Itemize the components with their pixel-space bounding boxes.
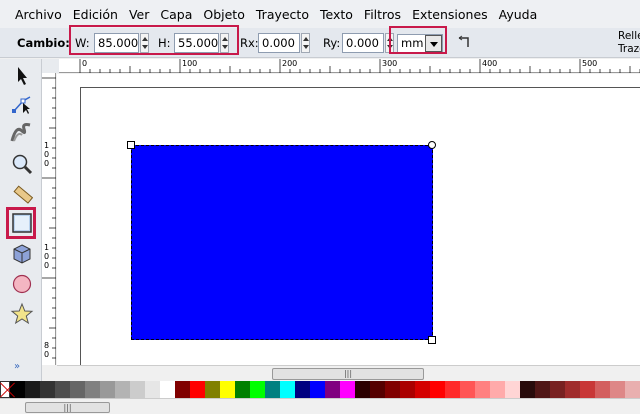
star-icon[interactable] — [9, 301, 35, 327]
horizontal-scrollbar[interactable]: ||| — [57, 365, 640, 381]
scrollbar-thumb[interactable]: ||| — [272, 368, 424, 380]
rx-label: Rx: — [240, 36, 259, 50]
zoom-magnifier-icon[interactable] — [9, 151, 35, 177]
menu-item[interactable]: Trayecto — [256, 7, 309, 22]
tool-controls-bar: Cambio: W: 85.000 H: 55.000 Rx: 0.000 Ry… — [0, 25, 640, 58]
palette-scroll-thumb[interactable]: ||| — [25, 402, 110, 413]
menu-item[interactable]: Extensiones — [412, 7, 488, 22]
color-swatch[interactable] — [130, 381, 145, 398]
more-tools-chevron-icon[interactable]: » — [14, 361, 20, 372]
color-swatch[interactable] — [295, 381, 310, 398]
toolbox: » — [0, 59, 42, 381]
color-swatch[interactable] — [460, 381, 475, 398]
color-swatch[interactable] — [520, 381, 535, 398]
color-swatch[interactable] — [40, 381, 55, 398]
resize-handle-top-left[interactable] — [127, 141, 135, 149]
menu-item[interactable]: Ver — [129, 7, 149, 22]
color-swatch[interactable] — [70, 381, 85, 398]
color-swatch[interactable] — [250, 381, 265, 398]
menu-item[interactable]: Ayuda — [499, 7, 538, 22]
menu-item[interactable]: Capa — [160, 7, 192, 22]
hruler-label: 200 — [282, 59, 298, 68]
horizontal-ruler: 0 100 200 300 400 500 — [59, 59, 640, 73]
color-swatch[interactable] — [370, 381, 385, 398]
3d-box-icon[interactable] — [9, 241, 35, 267]
no-color-swatch[interactable] — [0, 381, 10, 398]
color-swatch[interactable] — [100, 381, 115, 398]
color-swatch[interactable] — [55, 381, 70, 398]
fill-indicator-label: Relle — [618, 30, 640, 42]
color-swatch[interactable] — [430, 381, 445, 398]
color-swatch[interactable] — [85, 381, 100, 398]
color-swatch[interactable] — [490, 381, 505, 398]
palette-scrollbar[interactable]: ||| — [0, 398, 640, 414]
color-swatch[interactable] — [550, 381, 565, 398]
rx-field[interactable]: 0.000 — [258, 33, 300, 53]
color-swatch[interactable] — [145, 381, 160, 398]
color-swatch[interactable] — [595, 381, 610, 398]
color-swatch[interactable] — [265, 381, 280, 398]
resize-handle-bottom-right[interactable] — [428, 336, 436, 344]
hruler-label: 100 — [182, 59, 198, 68]
reset-corners-icon[interactable] — [458, 35, 472, 52]
color-swatch[interactable] — [160, 381, 175, 398]
color-swatch[interactable] — [190, 381, 205, 398]
ry-field[interactable]: 0.000 — [342, 33, 384, 53]
blue-rectangle[interactable] — [131, 145, 433, 340]
ruler-corner — [42, 59, 59, 73]
hruler-label: 300 — [382, 59, 398, 68]
ry-label: Ry: — [323, 36, 341, 50]
menu-bar: Archivo Edición Ver Capa Objeto Trayecto Texto… — [0, 0, 640, 28]
selector-arrow-icon[interactable] — [9, 63, 35, 89]
color-swatch[interactable] — [355, 381, 370, 398]
highlight-dimensions — [69, 25, 239, 55]
menu-item[interactable]: Texto — [320, 7, 353, 22]
color-swatch[interactable] — [625, 381, 640, 398]
change-label: Cambio: — [17, 36, 70, 50]
color-swatch[interactable] — [175, 381, 190, 398]
menu-item[interactable]: Filtros — [364, 7, 401, 22]
color-swatch[interactable] — [565, 381, 580, 398]
color-swatch[interactable] — [340, 381, 355, 398]
menu-item[interactable]: Edición — [73, 7, 118, 22]
color-swatch[interactable] — [400, 381, 415, 398]
hruler-label: 500 — [582, 59, 598, 68]
color-swatch[interactable] — [535, 381, 550, 398]
node-editor-icon[interactable] — [9, 91, 35, 117]
measure-ruler-icon[interactable] — [9, 181, 35, 207]
color-swatch[interactable] — [25, 381, 40, 398]
color-swatch[interactable] — [280, 381, 295, 398]
color-swatch[interactable] — [235, 381, 250, 398]
color-swatch[interactable] — [310, 381, 325, 398]
color-swatch[interactable] — [445, 381, 460, 398]
vruler-label: 1 0 0 — [44, 243, 50, 270]
color-swatch[interactable] — [415, 381, 430, 398]
corner-radius-handle[interactable] — [428, 141, 436, 149]
stroke-indicator-label: Trazo — [618, 43, 640, 55]
tweak-wave-icon[interactable] — [9, 119, 35, 145]
vertical-ruler: 1 0 0 1 0 0 8 0 — [42, 73, 56, 365]
color-swatch[interactable] — [385, 381, 400, 398]
color-swatch[interactable] — [610, 381, 625, 398]
hruler-label: 400 — [482, 59, 498, 68]
active-tool-highlight — [6, 207, 36, 239]
color-swatch[interactable] — [475, 381, 490, 398]
color-swatch[interactable] — [505, 381, 520, 398]
rx-spin-arrows[interactable] — [301, 33, 310, 53]
vruler-label: 1 0 0 — [44, 141, 50, 168]
color-swatch[interactable] — [205, 381, 220, 398]
hruler-label: 0 — [82, 59, 88, 68]
menu-item[interactable]: Archivo — [15, 7, 62, 22]
vruler-label: 8 0 — [44, 341, 50, 359]
menu-item[interactable]: Objeto — [203, 7, 245, 22]
color-swatch[interactable] — [115, 381, 130, 398]
color-swatch[interactable] — [580, 381, 595, 398]
color-swatch[interactable] — [325, 381, 340, 398]
ellipse-icon[interactable] — [9, 271, 35, 297]
color-swatch[interactable] — [220, 381, 235, 398]
highlight-unit — [389, 26, 447, 54]
color-palette — [0, 381, 640, 398]
